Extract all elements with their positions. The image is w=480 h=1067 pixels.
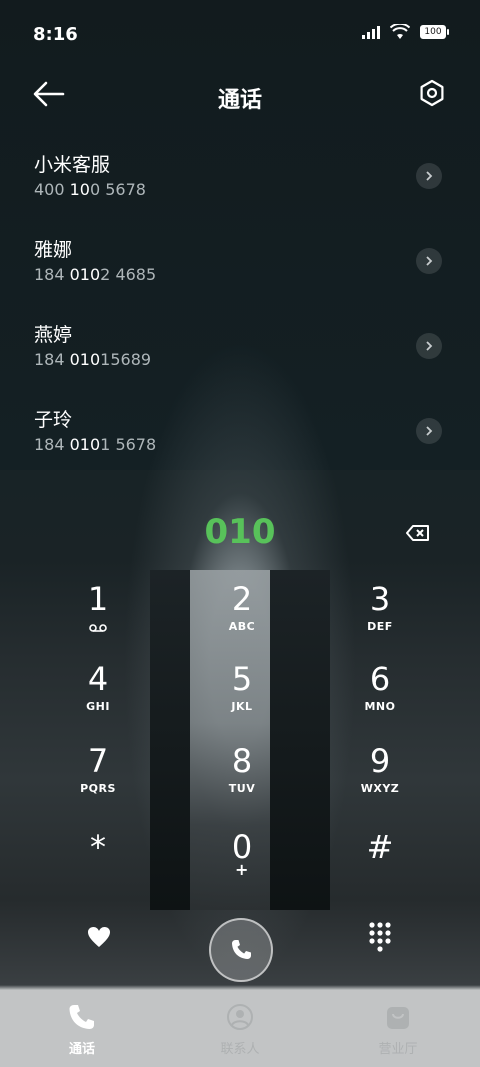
backspace-icon[interactable] bbox=[406, 524, 430, 542]
contact-name: 雅娜 bbox=[34, 239, 73, 261]
key-star[interactable]: * bbox=[38, 828, 158, 900]
chevron-right-icon[interactable] bbox=[416, 248, 442, 274]
voicemail-icon bbox=[89, 624, 107, 632]
contact-search-results: 小米客服 400 100 5678 雅娜 184 0102 4685 燕婷 18… bbox=[0, 142, 480, 482]
contact-name: 小米客服 bbox=[34, 154, 111, 176]
tab-label: 通话 bbox=[68, 1042, 95, 1057]
dialpad-icon[interactable] bbox=[368, 921, 392, 957]
contact-name: 子玲 bbox=[34, 409, 73, 431]
result-row[interactable]: 燕婷 184 01015689 bbox=[0, 312, 480, 397]
phone-icon bbox=[69, 1005, 94, 1029]
heart-icon[interactable] bbox=[86, 924, 112, 950]
chevron-right-icon[interactable] bbox=[416, 418, 442, 444]
key-4[interactable]: 4 GHI bbox=[38, 660, 158, 732]
tab-label: 联系人 bbox=[220, 1042, 260, 1057]
tab-store[interactable]: 营业厅 bbox=[338, 1002, 458, 1057]
result-row[interactable]: 雅娜 184 0102 4685 bbox=[0, 227, 480, 312]
phone-icon bbox=[232, 940, 251, 959]
wifi-icon bbox=[390, 24, 410, 39]
tab-calls[interactable]: 通话 bbox=[22, 1002, 142, 1057]
contact-number: 184 01015689 bbox=[34, 350, 152, 369]
key-5[interactable]: 5 JKL bbox=[182, 660, 302, 732]
dialer-actions bbox=[0, 915, 480, 982]
dial-display: 010 bbox=[0, 512, 480, 562]
key-0[interactable]: 0 + bbox=[182, 828, 302, 900]
contact-icon bbox=[227, 1004, 253, 1030]
contact-name: 燕婷 bbox=[34, 324, 73, 346]
key-3[interactable]: 3 DEF bbox=[320, 580, 440, 652]
signal-icon bbox=[362, 25, 380, 39]
key-8[interactable]: 8 TUV bbox=[182, 742, 302, 814]
key-2[interactable]: 2 ABC bbox=[182, 580, 302, 652]
key-hash[interactable]: # bbox=[320, 828, 440, 900]
status-time: 8:16 bbox=[33, 24, 78, 45]
status-icons: 100 bbox=[362, 24, 449, 40]
contact-number: 400 100 5678 bbox=[34, 180, 146, 199]
key-7[interactable]: 7 PQRS bbox=[38, 742, 158, 814]
header: 通话 bbox=[0, 68, 480, 124]
chevron-right-icon[interactable] bbox=[416, 333, 442, 359]
contact-number: 184 0102 4685 bbox=[34, 265, 157, 284]
key-1[interactable]: 1 bbox=[38, 580, 158, 652]
status-bar: 8:16 100 bbox=[0, 0, 480, 68]
bottom-tab-bar: 通话 联系人 营业厅 bbox=[0, 990, 480, 1067]
call-button[interactable] bbox=[209, 918, 273, 982]
key-9[interactable]: 9 WXYZ bbox=[320, 742, 440, 814]
key-6[interactable]: 6 MNO bbox=[320, 660, 440, 732]
tab-contacts[interactable]: 联系人 bbox=[180, 1002, 300, 1057]
page-title: 通话 bbox=[217, 88, 262, 113]
result-row[interactable]: 子玲 184 0101 5678 bbox=[0, 397, 480, 482]
battery-icon: 100 bbox=[420, 25, 449, 39]
chevron-right-icon[interactable] bbox=[416, 163, 442, 189]
settings-icon[interactable] bbox=[418, 79, 446, 107]
tab-label: 营业厅 bbox=[378, 1042, 418, 1057]
contact-number: 184 0101 5678 bbox=[34, 435, 157, 454]
store-bag-icon bbox=[387, 1007, 409, 1029]
result-row[interactable]: 小米客服 400 100 5678 bbox=[0, 142, 480, 227]
